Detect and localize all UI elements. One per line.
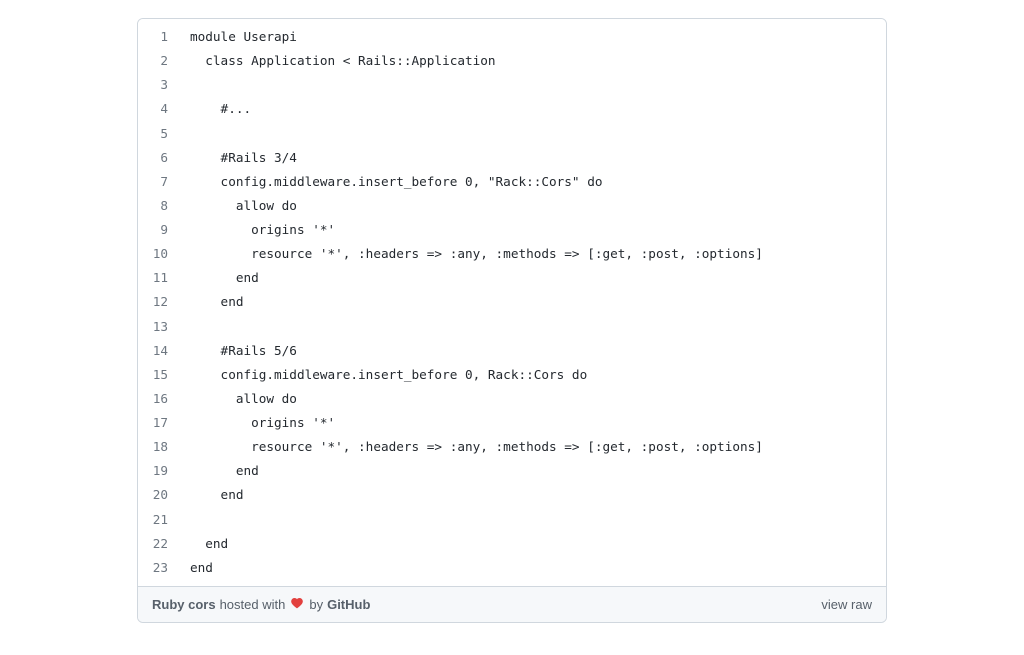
- code-line: 15 config.middleware.insert_before 0, Ra…: [138, 363, 886, 387]
- line-number[interactable]: 16: [138, 387, 178, 411]
- code-line: 10 resource '*', :headers => :any, :meth…: [138, 242, 886, 266]
- line-number[interactable]: 8: [138, 194, 178, 218]
- code-content[interactable]: module Userapi: [178, 19, 886, 49]
- line-number[interactable]: 14: [138, 339, 178, 363]
- code-content[interactable]: config.middleware.insert_before 0, Rack:…: [178, 363, 886, 387]
- code-content[interactable]: end: [178, 532, 886, 556]
- line-number[interactable]: 13: [138, 315, 178, 339]
- line-number[interactable]: 23: [138, 556, 178, 586]
- code-line: 18 resource '*', :headers => :any, :meth…: [138, 435, 886, 459]
- code-content[interactable]: [178, 315, 886, 339]
- code-content[interactable]: end: [178, 459, 886, 483]
- code-content[interactable]: end: [178, 290, 886, 314]
- code-content[interactable]: resource '*', :headers => :any, :methods…: [178, 435, 886, 459]
- line-number[interactable]: 11: [138, 266, 178, 290]
- code-line: 7 config.middleware.insert_before 0, "Ra…: [138, 170, 886, 194]
- code-line: 19 end: [138, 459, 886, 483]
- code-content[interactable]: allow do: [178, 387, 886, 411]
- code-line: 3: [138, 73, 886, 97]
- line-number[interactable]: 5: [138, 122, 178, 146]
- code-content[interactable]: #...: [178, 97, 886, 121]
- code-line: 17 origins '*': [138, 411, 886, 435]
- code-line: 4 #...: [138, 97, 886, 121]
- gist-hosted-prefix: hosted with: [220, 597, 286, 612]
- gist-filename: Ruby cors: [152, 597, 216, 612]
- code-line: 2 class Application < Rails::Application: [138, 49, 886, 73]
- line-number[interactable]: 3: [138, 73, 178, 97]
- code-line: 20 end: [138, 483, 886, 507]
- line-number[interactable]: 21: [138, 508, 178, 532]
- code-line: 1module Userapi: [138, 19, 886, 49]
- code-line: 8 allow do: [138, 194, 886, 218]
- code-line: 9 origins '*': [138, 218, 886, 242]
- line-number[interactable]: 1: [138, 19, 178, 49]
- code-content[interactable]: class Application < Rails::Application: [178, 49, 886, 73]
- code-content[interactable]: #Rails 3/4: [178, 146, 886, 170]
- gist-meta-bar: Ruby cors hosted with by GitHub view raw: [138, 586, 886, 622]
- line-number[interactable]: 6: [138, 146, 178, 170]
- gist-filename-link[interactable]: Ruby cors: [152, 597, 216, 612]
- code-content[interactable]: [178, 508, 886, 532]
- line-number[interactable]: 2: [138, 49, 178, 73]
- code-content[interactable]: allow do: [178, 194, 886, 218]
- code-line: 21: [138, 508, 886, 532]
- line-number[interactable]: 18: [138, 435, 178, 459]
- line-number[interactable]: 22: [138, 532, 178, 556]
- code-content[interactable]: end: [178, 483, 886, 507]
- code-line: 22 end: [138, 532, 886, 556]
- code-content[interactable]: config.middleware.insert_before 0, "Rack…: [178, 170, 886, 194]
- heart-icon: [290, 597, 304, 611]
- code-line: 16 allow do: [138, 387, 886, 411]
- line-number[interactable]: 15: [138, 363, 178, 387]
- code-line: 13: [138, 315, 886, 339]
- code-table: 1module Userapi2 class Application < Rai…: [138, 19, 886, 586]
- code-content[interactable]: end: [178, 556, 886, 586]
- code-line: 14 #Rails 5/6: [138, 339, 886, 363]
- code-content[interactable]: #Rails 5/6: [178, 339, 886, 363]
- line-number[interactable]: 19: [138, 459, 178, 483]
- gist-hosted-suffix: by: [309, 597, 323, 612]
- github-label: GitHub: [327, 597, 370, 612]
- code-content[interactable]: [178, 73, 886, 97]
- view-raw-link[interactable]: view raw: [821, 597, 872, 612]
- github-link[interactable]: GitHub: [327, 597, 370, 612]
- line-number[interactable]: 12: [138, 290, 178, 314]
- code-content[interactable]: origins '*': [178, 218, 886, 242]
- code-line: 11 end: [138, 266, 886, 290]
- code-content[interactable]: resource '*', :headers => :any, :methods…: [178, 242, 886, 266]
- code-content[interactable]: origins '*': [178, 411, 886, 435]
- line-number[interactable]: 20: [138, 483, 178, 507]
- line-number[interactable]: 7: [138, 170, 178, 194]
- code-content[interactable]: end: [178, 266, 886, 290]
- code-line: 6 #Rails 3/4: [138, 146, 886, 170]
- code-area: 1module Userapi2 class Application < Rai…: [138, 19, 886, 586]
- line-number[interactable]: 4: [138, 97, 178, 121]
- code-line: 23end: [138, 556, 886, 586]
- line-number[interactable]: 10: [138, 242, 178, 266]
- code-line: 12 end: [138, 290, 886, 314]
- gist-meta-left: Ruby cors hosted with by GitHub: [152, 597, 370, 612]
- line-number[interactable]: 9: [138, 218, 178, 242]
- line-number[interactable]: 17: [138, 411, 178, 435]
- code-line: 5: [138, 122, 886, 146]
- code-content[interactable]: [178, 122, 886, 146]
- gist-container: 1module Userapi2 class Application < Rai…: [137, 18, 887, 623]
